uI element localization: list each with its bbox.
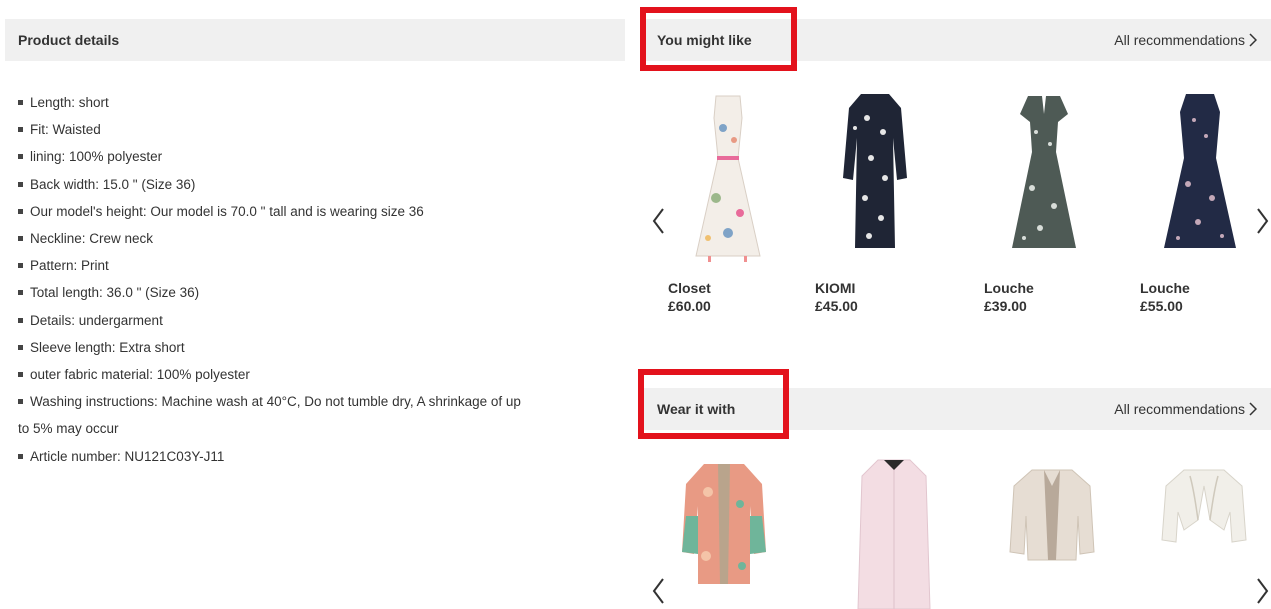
product-image[interactable] xyxy=(834,456,954,609)
list-item-continued: to 5% may occur xyxy=(18,421,119,437)
product-image[interactable] xyxy=(668,88,788,268)
list-item: Washing instructions: Machine wash at 40… xyxy=(18,388,630,415)
list-item: Article number: NU121C03Y-J11 xyxy=(18,443,630,470)
dress-icon xyxy=(843,94,907,248)
you-might-like-header: You might like All recommendations xyxy=(642,19,1271,61)
product-image[interactable] xyxy=(984,88,1104,268)
bullet-icon xyxy=(18,317,23,323)
dress-icon xyxy=(695,95,761,262)
jacket-icon xyxy=(1009,469,1095,561)
bullet-icon xyxy=(18,263,23,269)
you-might-like-title: You might like xyxy=(657,32,752,48)
product-brand: Louche xyxy=(984,280,1034,296)
wear-it-with-title: Wear it with xyxy=(657,401,736,417)
all-recommendations-link[interactable]: All recommendations xyxy=(1114,388,1257,430)
product-card[interactable] xyxy=(992,456,1112,609)
product-price: £60.00 xyxy=(668,298,711,314)
cardigan-icon xyxy=(682,464,766,584)
product-image[interactable] xyxy=(815,88,935,268)
bolero-icon xyxy=(1161,469,1247,543)
list-item: Pattern: Print xyxy=(18,252,630,279)
wear-it-with-header: Wear it with All recommendations xyxy=(642,388,1271,430)
bullet-icon xyxy=(18,399,23,405)
bullet-icon xyxy=(18,453,23,459)
list-item: Total length: 36.0 " (Size 36) xyxy=(18,279,630,306)
product-card[interactable] xyxy=(664,456,784,609)
list-item: Neckline: Crew neck xyxy=(18,225,630,252)
dress-icon xyxy=(1012,96,1076,248)
list-item: outer fabric material: 100% polyester xyxy=(18,361,630,388)
product-brand: Louche xyxy=(1140,280,1190,296)
product-card[interactable]: KIOMI £45.00 xyxy=(815,88,935,314)
bullet-icon xyxy=(18,154,23,160)
bullet-icon xyxy=(18,290,23,296)
chevron-left-icon xyxy=(652,578,664,604)
chevron-left-icon xyxy=(652,208,664,234)
list-item: Details: undergarment xyxy=(18,307,630,334)
list-item: Sleeve length: Extra short xyxy=(18,334,630,361)
bullet-icon xyxy=(18,127,23,133)
list-item: lining: 100% polyester xyxy=(18,143,630,170)
bullet-icon xyxy=(18,100,23,105)
product-card[interactable]: Closet £60.00 xyxy=(668,88,788,314)
product-price: £45.00 xyxy=(815,298,858,314)
list-item: Length: short xyxy=(18,89,630,116)
coat-icon xyxy=(857,459,931,609)
all-recommendations-link[interactable]: All recommendations xyxy=(1114,19,1257,61)
product-price: £39.00 xyxy=(984,298,1027,314)
list-item: Our model's height: Our model is 70.0 " … xyxy=(18,198,630,225)
product-details-list: Length: short Fit: Waisted lining: 100% … xyxy=(18,89,630,470)
product-price: £55.00 xyxy=(1140,298,1183,314)
product-details-header: Product details xyxy=(5,19,625,61)
bullet-icon xyxy=(18,236,23,242)
product-image[interactable] xyxy=(1144,456,1264,609)
product-brand: KIOMI xyxy=(815,280,856,296)
product-details-title: Product details xyxy=(18,32,120,48)
product-card[interactable] xyxy=(834,456,954,609)
bullet-icon xyxy=(18,181,23,187)
bullet-icon xyxy=(18,372,23,378)
product-card[interactable]: Louche £55.00 xyxy=(1140,88,1260,314)
chevron-right-icon xyxy=(1249,402,1257,416)
product-image[interactable] xyxy=(1140,88,1260,268)
product-image[interactable] xyxy=(664,456,784,609)
product-card[interactable] xyxy=(1144,456,1264,609)
product-card[interactable]: Louche £39.00 xyxy=(984,88,1104,314)
bullet-icon xyxy=(18,208,23,214)
product-brand: Closet xyxy=(668,280,711,296)
chevron-right-icon xyxy=(1249,33,1257,47)
carousel-prev-button[interactable] xyxy=(650,206,666,236)
dress-icon xyxy=(1164,94,1236,248)
bullet-icon xyxy=(18,344,23,350)
product-image[interactable] xyxy=(992,456,1112,609)
list-item: Back width: 15.0 " (Size 36) xyxy=(18,171,630,198)
list-item: Fit: Waisted xyxy=(18,116,630,143)
